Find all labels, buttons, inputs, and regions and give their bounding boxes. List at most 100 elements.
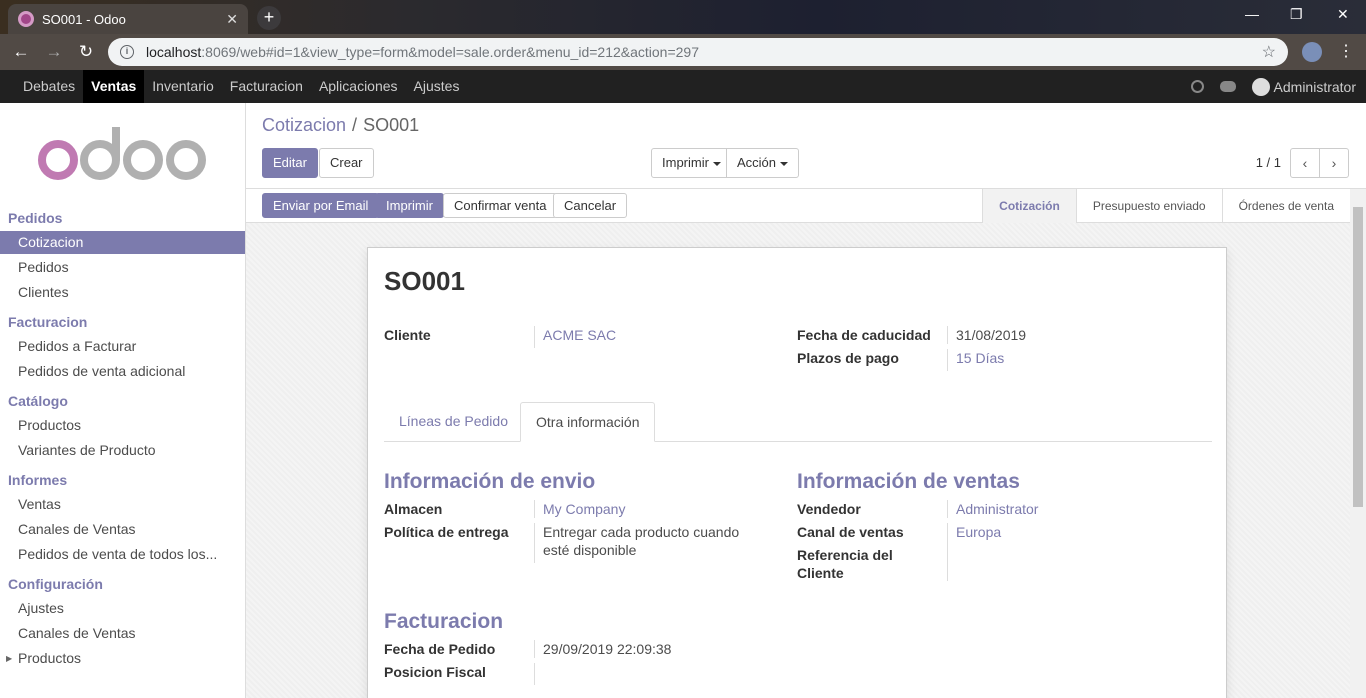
url-host: localhost [146,44,202,60]
status-step-cotizacion: Cotización [982,189,1076,223]
envio-group-title: Información de envio [384,470,596,493]
caducidad-value: 31/08/2019 [947,326,1026,344]
canal-ventas-label: Canal de ventas [797,524,904,540]
sidebar-item-ajustes[interactable]: Ajustes [0,597,245,620]
menu-inventario[interactable]: Inventario [144,70,221,103]
main-content: Cotizacion / SO001 Editar Crear Imprimir A… [246,103,1366,698]
menu-debates[interactable]: Debates [15,70,83,103]
user-avatar-icon[interactable] [1251,77,1270,96]
sidebar-section-informes: Informes [8,472,68,488]
ventas-group-title: Información de ventas [797,470,1020,493]
politica-entrega-value: Entregar cada producto cuando esté dispo… [534,523,764,563]
breadcrumb-parent[interactable]: Cotizacion [262,115,346,135]
new-tab-button[interactable]: + [257,6,281,30]
cancel-button[interactable]: Cancelar [553,193,628,218]
menu-ventas[interactable]: Ventas [83,70,145,103]
print-dropdown-label: Imprimir [662,155,709,170]
pager-next-button[interactable]: › [1319,148,1349,178]
odoo-logo[interactable] [38,125,208,185]
forward-icon[interactable]: → [43,42,65,62]
messaging-chat-icon[interactable] [1219,81,1236,92]
pager-previous-button[interactable]: ‹ [1290,148,1320,178]
reload-icon[interactable]: ↻ [75,42,97,62]
activity-clock-icon[interactable] [1190,80,1204,93]
almacen-label: Almacen [384,501,443,517]
status-step-presupuesto-enviado: Presupuesto enviado [1075,189,1222,223]
status-steps: Cotización Presupuesto enviado Órdenes d… [982,189,1350,223]
back-icon[interactable]: ← [10,42,32,62]
menu-aplicaciones[interactable]: Aplicaciones [311,70,406,103]
sidebar-item-informe-ventas[interactable]: Ventas [0,493,245,516]
send-email-button[interactable]: Enviar por Email [262,193,380,218]
odoo-favicon-icon [18,11,34,27]
main-scrollbar[interactable] [1350,189,1366,698]
bookmark-star-icon[interactable]: ☆ [1262,42,1276,62]
print-dropdown[interactable]: Imprimir [651,148,732,178]
sidebar-item-pedidos[interactable]: Pedidos [0,256,245,279]
pager-value[interactable]: 1 / 1 [1256,155,1281,170]
edit-button[interactable]: Editar [262,148,318,178]
notebook-tabs: Líneas de Pedido Otra información [384,402,1212,442]
sidebar-section-configuracion: Configuración [8,576,103,592]
action-dropdown-label: Acción [737,155,777,170]
caret-down-icon [712,161,721,166]
caret-down-icon [780,161,789,166]
form-statusbar: Enviar por Email Imprimir Confirmar vent… [246,189,1350,223]
sidebar-item-pedidos-venta-adicional[interactable]: Pedidos de venta adicional [0,360,245,383]
form-sheet: SO001 Cliente ACME SAC Fecha de caducida… [367,247,1227,698]
sidebar-item-config-productos[interactable]: Productos [0,647,245,670]
politica-entrega-label: Política de entrega [384,524,509,540]
create-button[interactable]: Crear [319,148,374,178]
sidebar-section-pedidos: Pedidos [8,210,63,226]
menu-ajustes[interactable]: Ajustes [406,70,468,103]
tab-otra-informacion[interactable]: Otra información [520,402,656,442]
url-path: :8069/web#id=1&view_type=form&model=sale… [201,44,699,60]
action-dropdown[interactable]: Acción [726,148,800,178]
order-name: SO001 [384,266,465,296]
browser-menu-icon[interactable]: ⋮ [1338,41,1354,61]
fecha-pedido-label: Fecha de Pedido [384,641,496,657]
sidebar-item-pedidos-todos[interactable]: Pedidos de venta de todos los... [0,543,245,566]
vendedor-value[interactable]: Administrator [947,500,1038,518]
window-close-icon[interactable]: ✕ [1337,6,1349,23]
profile-avatar-icon[interactable] [1302,42,1322,62]
sidebar-item-pedidos-a-facturar[interactable]: Pedidos a Facturar [0,335,245,358]
confirm-sale-button[interactable]: Confirmar venta [443,193,558,218]
breadcrumb: Cotizacion / SO001 [262,115,419,136]
print-button[interactable]: Imprimir [375,193,444,218]
sidebar-item-config-canales-ventas[interactable]: Canales de Ventas [0,622,245,645]
tab-close-icon[interactable]: ✕ [226,11,238,28]
scrollbar-thumb[interactable] [1353,207,1363,507]
sidebar-section-catalogo: Catálogo [8,393,68,409]
breadcrumb-separator: / [352,115,358,135]
status-step-ordenes-venta: Órdenes de venta [1221,189,1350,223]
browser-tabbar: SO001 - Odoo ✕ + — ❐ ✕ [0,0,1366,34]
plazos-pago-label: Plazos de pago [797,350,899,366]
vendedor-label: Vendedor [797,501,861,517]
caducidad-label: Fecha de caducidad [797,327,931,343]
minimize-icon[interactable]: — [1245,6,1259,22]
sidebar-section-facturacion: Facturacion [8,314,88,330]
restore-icon[interactable]: ❐ [1290,6,1303,23]
site-info-icon[interactable]: i [120,45,134,59]
tab-title: SO001 - Odoo [42,11,126,27]
cliente-label: Cliente [384,327,431,343]
menu-facturacion[interactable]: Facturacion [222,70,311,103]
posicion-fiscal-label: Posicion Fiscal [384,664,486,680]
almacen-value[interactable]: My Company [534,500,625,518]
user-name[interactable]: Administrator [1274,79,1356,95]
browser-tab[interactable]: SO001 - Odoo ✕ [8,4,248,34]
tab-lineas-pedido[interactable]: Líneas de Pedido [384,402,523,442]
plazos-pago-value[interactable]: 15 Días [947,349,1004,371]
sidebar-item-canales-ventas[interactable]: Canales de Ventas [0,518,245,541]
cliente-value[interactable]: ACME SAC [534,326,616,348]
sidebar-item-cotizacion[interactable]: Cotizacion [0,231,245,254]
canal-ventas-value[interactable]: Europa [947,523,1001,581]
referencia-cliente-label: Referencia del Cliente [797,547,893,581]
sidebar-item-productos[interactable]: Productos [0,414,245,437]
sidebar-item-variantes-producto[interactable]: Variantes de Producto [0,439,245,462]
browser-toolbar: ← → ↻ i localhost :8069/web#id=1&view_ty… [0,34,1366,70]
address-bar[interactable]: i localhost :8069/web#id=1&view_type=for… [108,38,1288,66]
sidebar-item-clientes[interactable]: Clientes [0,281,245,304]
breadcrumb-current: SO001 [363,115,420,135]
